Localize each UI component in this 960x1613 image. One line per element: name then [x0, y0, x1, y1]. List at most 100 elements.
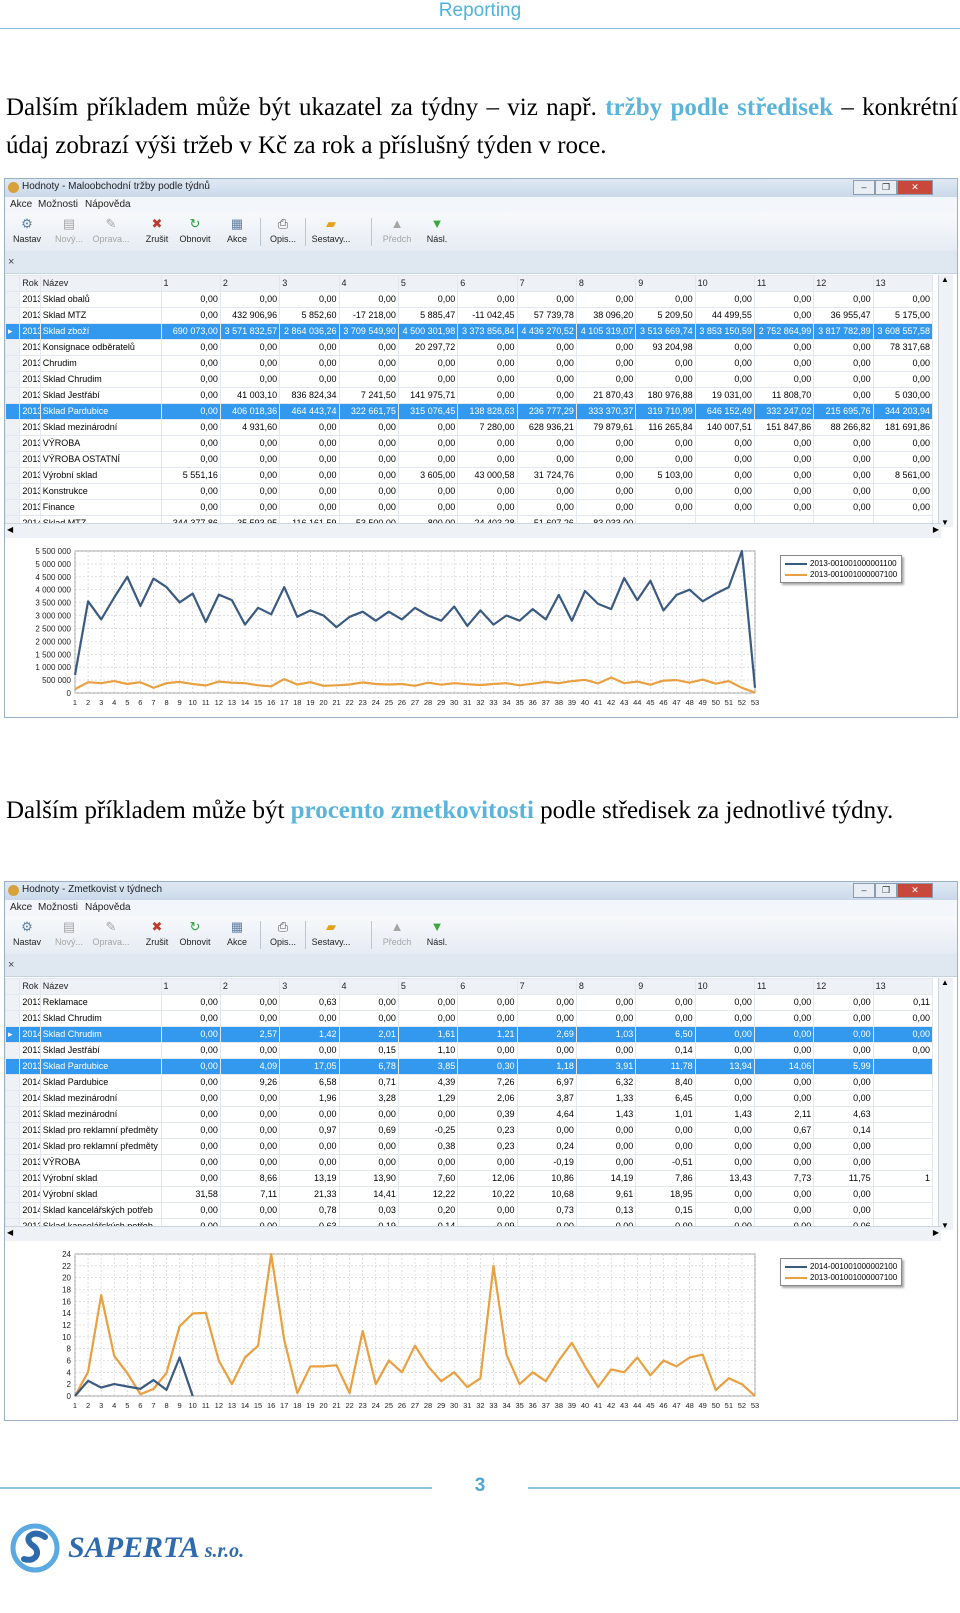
table-row[interactable]: 2013Sklad Jestřábí0,000,000,000,151,100,…: [5, 1042, 934, 1059]
column-header-9[interactable]: 7: [516, 275, 577, 292]
menu-item-2[interactable]: Možnosti: [38, 902, 78, 913]
close-icon[interactable]: ✕: [897, 883, 933, 898]
column-header-5[interactable]: 3: [279, 275, 340, 292]
table-row[interactable]: 2013Reklamace0,000,000,630,000,000,000,0…: [5, 994, 934, 1011]
column-header-11[interactable]: 9: [635, 978, 696, 995]
column-header-4[interactable]: 2: [219, 978, 281, 995]
column-header-8[interactable]: 6: [457, 275, 518, 292]
table-row[interactable]: 2013VÝROBA0,000,000,000,000,000,00-0,190…: [5, 1154, 934, 1171]
column-header-2[interactable]: Název: [39, 275, 162, 292]
column-header-7[interactable]: 5: [397, 275, 459, 292]
toolbar-button-9[interactable]: ▲ Předch: [377, 918, 417, 952]
column-header-13[interactable]: 11: [753, 275, 815, 292]
column-header-15[interactable]: 13: [872, 275, 934, 292]
column-header-15[interactable]: 13: [872, 978, 934, 995]
toolbar-button-3[interactable]: ✎ Oprava...: [91, 215, 131, 249]
column-header-12[interactable]: 10: [694, 275, 755, 292]
column-header-6[interactable]: 4: [338, 275, 399, 292]
table-row[interactable]: 2013Konstrukce0,000,000,000,000,000,000,…: [5, 483, 934, 500]
horizontal-scrollbar[interactable]: ◀ ▶: [5, 523, 941, 538]
column-header-8[interactable]: 6: [457, 978, 518, 995]
table-row[interactable]: 2013Sklad Pardubice0,004,0917,056,783,85…: [5, 1058, 934, 1075]
menu-item-3[interactable]: Nápověda: [85, 199, 131, 210]
menu-item-1[interactable]: Akce: [10, 199, 32, 210]
table-row[interactable]: 2013Sklad pro reklamní předměty0,000,000…: [5, 1122, 934, 1139]
column-header-12[interactable]: 10: [694, 978, 755, 995]
minimize-icon[interactable]: –: [853, 180, 875, 195]
column-header-14[interactable]: 12: [813, 275, 874, 292]
table-row[interactable]: 2013Finance0,000,000,000,000,000,000,000…: [5, 499, 934, 516]
toolbar-button-1[interactable]: ⚙ Nastav: [7, 918, 47, 952]
table-row[interactable]: 2013Sklad Chrudim0,000,000,000,000,000,0…: [5, 1010, 934, 1027]
toolbar-button-5[interactable]: ↻ Obnovit: [175, 215, 215, 249]
close-icon[interactable]: ✕: [897, 180, 933, 195]
toolbar-button-4[interactable]: ✖ Zrušit: [137, 918, 177, 952]
toolbar-button-9[interactable]: ▲ Předch: [377, 215, 417, 249]
toolbar-button-8[interactable]: ▰ Sestavy...: [311, 215, 351, 249]
toolbar-button-7[interactable]: ⎙ Opis...: [263, 215, 303, 249]
close-filter-icon[interactable]: ×: [8, 959, 14, 971]
vertical-scrollbar[interactable]: ▲ ▼: [938, 275, 953, 527]
scroll-right-icon[interactable]: ▶: [933, 1228, 939, 1237]
table-row[interactable]: 2013Chrudim0,000,000,000,000,000,000,000…: [5, 355, 934, 372]
toolbar-button-8[interactable]: ▰ Sestavy...: [311, 918, 351, 952]
table-row[interactable]: 2014Sklad mezinárodní0,000,001,963,281,2…: [5, 1090, 934, 1107]
vertical-scrollbar[interactable]: ▲ ▼: [938, 978, 953, 1230]
table-row[interactable]: 2013Sklad obalů0,000,000,000,000,000,000…: [5, 291, 934, 308]
column-header-3[interactable]: 1: [160, 275, 221, 292]
column-header-10[interactable]: 8: [575, 275, 637, 292]
table-row[interactable]: 2013Výrobní sklad5 551,160,000,000,003 6…: [5, 467, 934, 484]
menu-item-2[interactable]: Možnosti: [38, 199, 78, 210]
table-row[interactable]: 2014Výrobní sklad31,587,1121,3314,4112,2…: [5, 1186, 934, 1203]
close-filter-icon[interactable]: ×: [8, 256, 14, 268]
toolbar-button-4[interactable]: ✖ Zrušit: [137, 215, 177, 249]
table-row[interactable]: 2014Sklad Pardubice0,009,266,580,714,397…: [5, 1074, 934, 1091]
table-row[interactable]: 2013Výrobní sklad0,008,6613,1913,907,601…: [5, 1170, 934, 1187]
table-row[interactable]: 2013Sklad Chrudim0,000,000,000,000,000,0…: [5, 371, 934, 388]
table-row[interactable]: 2013VÝROBA0,000,000,000,000,000,000,000,…: [5, 435, 934, 452]
toolbar-button-10[interactable]: ▼ Násl.: [417, 215, 457, 249]
toolbar-button-2[interactable]: ▤ Nový...: [49, 215, 89, 249]
column-header-5[interactable]: 3: [279, 978, 340, 995]
column-header-13[interactable]: 11: [753, 978, 815, 995]
table-row[interactable]: 2014Sklad kancelářských potřeb0,000,000,…: [5, 1202, 934, 1219]
table-row[interactable]: ▸2014Sklad Chrudim0,002,571,422,011,611,…: [5, 1026, 934, 1043]
toolbar-button-7[interactable]: ⎙ Opis...: [263, 918, 303, 952]
column-header-1[interactable]: Rok: [19, 978, 41, 995]
toolbar-button-6[interactable]: ▦ Akce: [217, 215, 257, 249]
scroll-up-icon[interactable]: ▲: [941, 275, 949, 284]
menu-item-3[interactable]: Nápověda: [85, 902, 131, 913]
column-header-6[interactable]: 4: [338, 978, 399, 995]
column-header-9[interactable]: 7: [516, 978, 577, 995]
table-row[interactable]: ▸2013Sklad zboží690 073,003 571 832,572 …: [5, 323, 934, 340]
column-header-3[interactable]: 1: [160, 978, 221, 995]
scroll-right-icon[interactable]: ▶: [933, 525, 939, 534]
toolbar-button-10[interactable]: ▼ Násl.: [417, 918, 457, 952]
column-header-4[interactable]: 2: [219, 275, 281, 292]
toolbar-button-5[interactable]: ↻ Obnovit: [175, 918, 215, 952]
column-header-11[interactable]: 9: [635, 275, 696, 292]
toolbar-button-1[interactable]: ⚙ Nastav: [7, 215, 47, 249]
toolbar-button-6[interactable]: ▦ Akce: [217, 918, 257, 952]
scroll-down-icon[interactable]: ▼: [941, 1221, 949, 1230]
scroll-down-icon[interactable]: ▼: [941, 518, 949, 527]
table-row[interactable]: 2013Sklad Pardubice0,00406 018,36464 443…: [5, 403, 934, 420]
table-row[interactable]: 2013Sklad MTZ0,00432 906,965 852,60-17 2…: [5, 307, 934, 324]
toolbar-button-3[interactable]: ✎ Oprava...: [91, 918, 131, 952]
scroll-left-icon[interactable]: ◀: [7, 525, 13, 534]
table-row[interactable]: 2013Sklad mezinárodní0,004 931,600,000,0…: [5, 419, 934, 436]
minimize-icon[interactable]: –: [853, 883, 875, 898]
table-row[interactable]: 2013Konsignace odběratelů0,000,000,000,0…: [5, 339, 934, 356]
table-row[interactable]: 2013VÝROBA OSTATNÍ0,000,000,000,000,000,…: [5, 451, 934, 468]
scroll-up-icon[interactable]: ▲: [941, 978, 949, 987]
column-header-1[interactable]: Rok: [19, 275, 41, 292]
column-header-10[interactable]: 8: [575, 978, 637, 995]
toolbar-button-2[interactable]: ▤ Nový...: [49, 918, 89, 952]
menu-item-1[interactable]: Akce: [10, 902, 32, 913]
table-row[interactable]: 2013Sklad mezinárodní0,000,000,000,000,0…: [5, 1106, 934, 1123]
column-header-14[interactable]: 12: [813, 978, 874, 995]
horizontal-scrollbar[interactable]: ◀ ▶: [5, 1226, 941, 1241]
table-row[interactable]: 2013Sklad Jestřábí0,0041 003,10836 824,3…: [5, 387, 934, 404]
maximize-icon[interactable]: ❐: [875, 883, 897, 898]
column-header-2[interactable]: Název: [39, 978, 162, 995]
